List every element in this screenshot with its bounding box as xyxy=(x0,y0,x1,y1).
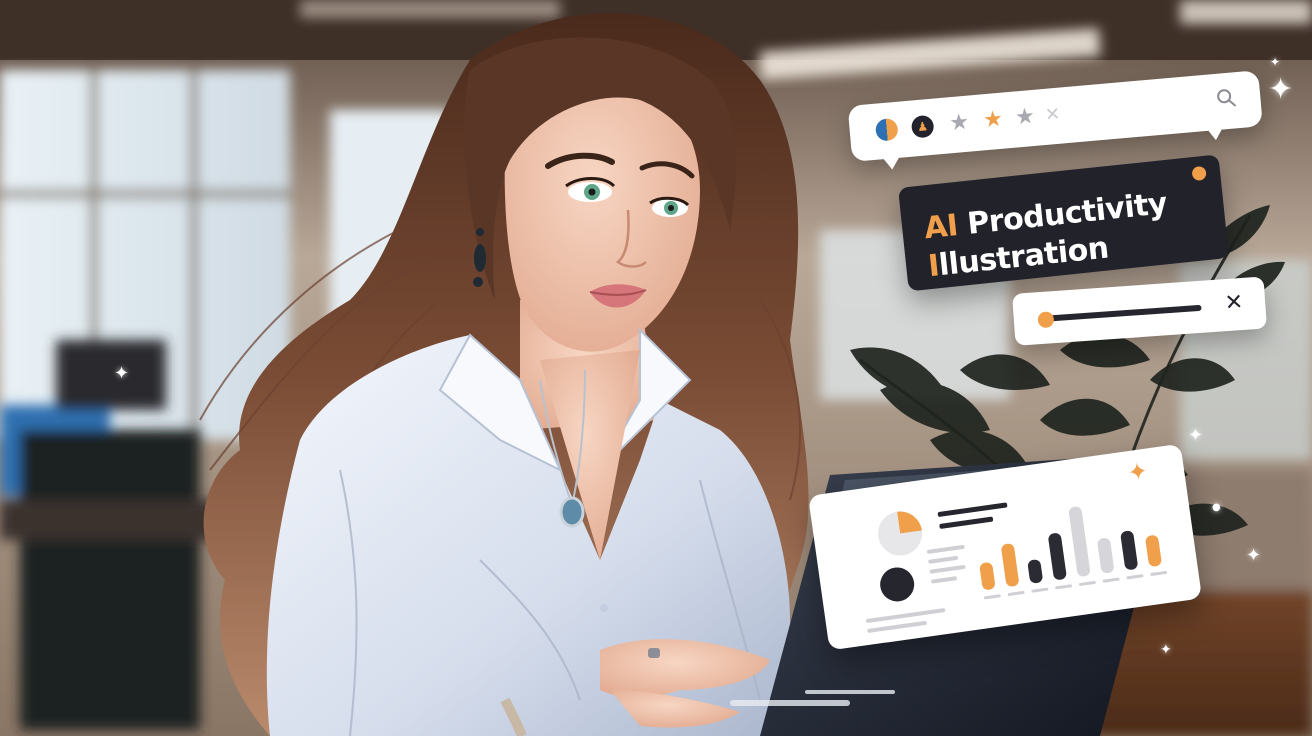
accent-dot xyxy=(1191,165,1207,182)
sparkle-icon: ✦ xyxy=(114,363,130,384)
bar-tick-8 xyxy=(1150,570,1168,576)
pie-chart-icon xyxy=(874,117,899,142)
sparkle-icon: ✦ xyxy=(1246,545,1262,566)
close-icon: ✕ xyxy=(1044,103,1062,126)
bar-tick-4 xyxy=(1055,584,1073,590)
slider-handle xyxy=(1037,311,1055,329)
slider-track xyxy=(1041,304,1202,322)
star-icon: ★ xyxy=(1014,103,1036,131)
sparkle-icon: ✦ xyxy=(1268,72,1294,107)
pie-chart-icon xyxy=(897,511,922,534)
sparkle-icon: ✦ xyxy=(1125,456,1150,488)
search-icon xyxy=(1217,89,1236,107)
bar-tick-2 xyxy=(1007,591,1025,596)
bar-3 xyxy=(1027,559,1043,584)
bar-7 xyxy=(1120,530,1138,570)
illustration-scene: ♟ ★ ★ ★ ✕ AI Productivity Illustration ✕ xyxy=(0,0,1312,736)
bar-8 xyxy=(1145,535,1162,567)
bar-2 xyxy=(1001,543,1019,587)
sparkle-icon: ✦ xyxy=(1188,425,1204,446)
bubble-tail xyxy=(1206,127,1224,141)
bar-tick-6 xyxy=(1102,577,1120,583)
sparkle-icon: ● xyxy=(1212,502,1221,513)
sparkle-icon: ✦ xyxy=(1160,642,1172,658)
bar-4 xyxy=(1048,533,1067,580)
bar-tick-3 xyxy=(1031,587,1049,593)
title-accent-ai: AI xyxy=(922,208,960,247)
sparkle-icon: ✦ xyxy=(1270,55,1281,69)
bar-tick-1 xyxy=(983,594,1001,600)
bubble-tail xyxy=(882,155,902,171)
star-icon: ★ xyxy=(982,106,1005,134)
star-icon: ★ xyxy=(948,109,971,137)
bar-6 xyxy=(1097,538,1114,574)
bar-5 xyxy=(1068,506,1091,577)
bar-tick-5 xyxy=(1078,580,1096,586)
close-icon: ✕ xyxy=(1223,289,1245,317)
donut-dark xyxy=(880,567,915,602)
bar-tick-7 xyxy=(1126,574,1144,580)
person-icon: ♟ xyxy=(910,114,935,139)
bar-1 xyxy=(979,562,995,590)
bar-chart xyxy=(979,506,1168,600)
